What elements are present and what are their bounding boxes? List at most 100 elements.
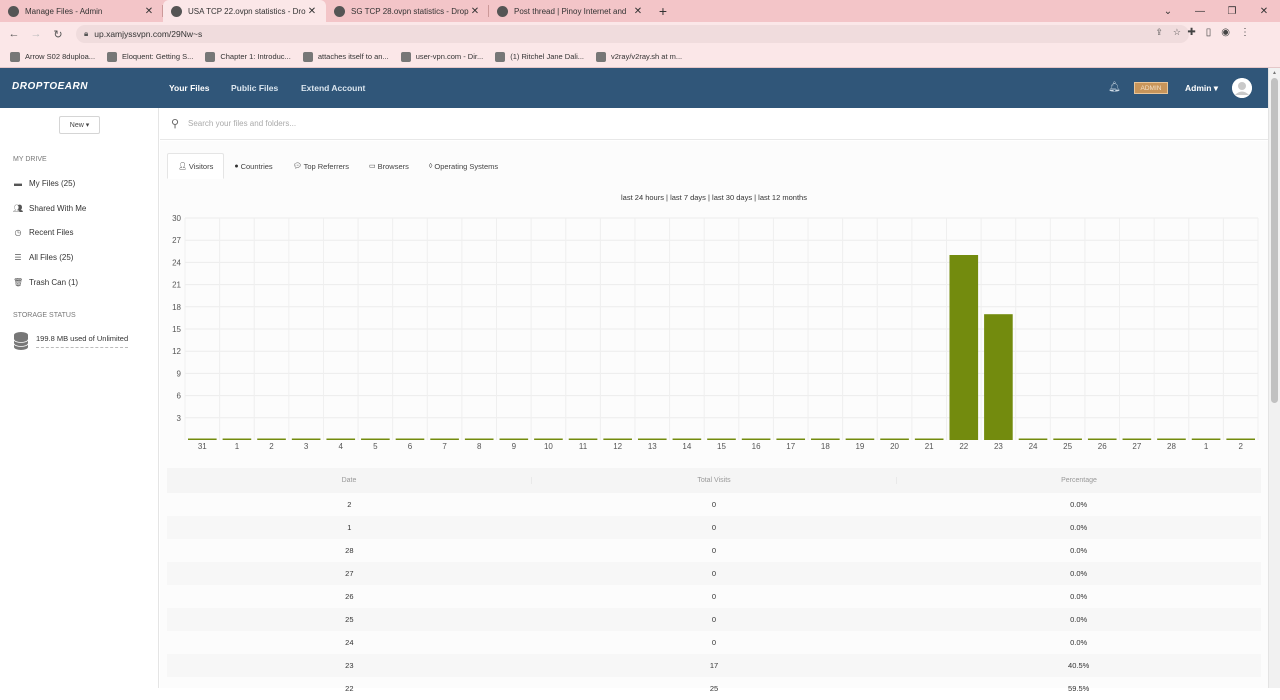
percentage-cell: 0.0% xyxy=(1070,592,1088,601)
share-icon[interactable]: ⇪ xyxy=(1155,27,1163,38)
tab-search-icon[interactable]: ⌄ xyxy=(1152,0,1184,22)
sidepanel-icon[interactable]: ▯ xyxy=(1206,27,1212,38)
x-tick-label: 2 xyxy=(269,442,274,451)
visits-cell: 0 xyxy=(711,592,717,601)
facebook-icon xyxy=(495,51,506,62)
y-tick-label: 12 xyxy=(172,347,181,356)
date-cell: 22 xyxy=(345,684,354,693)
range-links[interactable]: last 24 hours | last 7 days | last 30 da… xyxy=(160,193,1268,202)
user-avatar[interactable] xyxy=(1232,78,1252,98)
search-input[interactable]: Search your files and folders... xyxy=(188,119,296,128)
browser-tab-title: Post thread | Pinoy Internet and xyxy=(514,6,627,16)
admin-menu[interactable]: Admin ▾ xyxy=(1185,83,1218,94)
globe-icon xyxy=(497,5,508,17)
bar xyxy=(1226,438,1255,440)
bar xyxy=(707,438,736,440)
close-icon[interactable]: ✕ xyxy=(469,6,481,17)
column-header-percentage[interactable]: Percentage xyxy=(896,477,1261,484)
sidebar: New ▾ MY DRIVE ▬ My Files (25) 👥︎ Shared… xyxy=(0,108,159,688)
scrollbar-thumb[interactable] xyxy=(1271,78,1278,403)
omnibox-actions: ⇪ ☆ xyxy=(1155,27,1181,38)
forward-icon[interactable]: → xyxy=(28,28,44,40)
bookmark-label: (1) Ritchel Jane Dali... xyxy=(510,52,584,61)
bookmark-item[interactable]: user-vpn.com - Dir... xyxy=(400,51,483,62)
bookmark-item[interactable]: v2ray/v2ray.sh at m... xyxy=(595,51,682,62)
tab-label: Operating Systems xyxy=(434,161,499,171)
tab-top-referrers[interactable]: 💬︎ Top Referrers xyxy=(283,153,359,179)
sidebar-item-my-files[interactable]: ▬ My Files (25) xyxy=(13,179,75,188)
x-tick-label: 28 xyxy=(1167,442,1176,451)
close-icon[interactable]: ✕ xyxy=(632,6,644,17)
x-tick-label: 15 xyxy=(717,442,726,451)
sidebar-item-all-files[interactable]: ☰ All Files (25) xyxy=(13,253,73,262)
bookmark-item[interactable]: Eloquent: Getting S... xyxy=(107,51,194,62)
browser-tab-title: Manage Files - Admin xyxy=(25,6,103,16)
date-cell: 23 xyxy=(345,661,354,670)
browser-tab[interactable]: Manage Files - Admin ✕ xyxy=(0,0,163,22)
tab-visitors[interactable]: 👤︎ Visitors xyxy=(167,153,225,179)
close-icon[interactable]: ✕ xyxy=(143,6,155,17)
browser-tab[interactable]: Post thread | Pinoy Internet and ✕ xyxy=(489,0,652,22)
menu-icon[interactable]: ⋮ xyxy=(1240,27,1250,38)
close-icon[interactable]: ✕ xyxy=(306,6,318,17)
app-logo[interactable]: DROPTOEARN xyxy=(12,81,88,92)
bookmark-item[interactable]: (1) Ritchel Jane Dali... xyxy=(495,51,584,62)
star-icon[interactable]: ☆ xyxy=(1173,27,1181,38)
scroll-up-icon[interactable]: ▲ xyxy=(1272,70,1277,76)
new-tab-button[interactable]: + xyxy=(652,0,674,22)
profile-icon[interactable]: ◉ xyxy=(1221,27,1230,38)
new-button[interactable]: New ▾ xyxy=(59,116,100,134)
visits-cell: 0 xyxy=(711,569,717,578)
extensions-icon[interactable]: ✚ xyxy=(1187,27,1195,38)
bell-icon[interactable]: 🔔︎ xyxy=(1108,82,1121,93)
bookmark-item[interactable]: attaches itself to an... xyxy=(302,51,389,62)
date-cell: 2 xyxy=(347,500,352,509)
visits-cell: 0 xyxy=(711,615,717,624)
apple-icon: ◊ xyxy=(428,162,433,170)
sidebar-item-trash[interactable]: 🗑︎ Trash Can (1) xyxy=(13,278,78,287)
browser-tab-active[interactable]: USA TCP 22.ovpn statistics - Drop ✕ xyxy=(163,0,326,22)
column-header-date[interactable]: Date xyxy=(167,477,531,484)
lock-icon[interactable]: 🔒︎ xyxy=(84,29,88,39)
bar xyxy=(430,438,459,440)
percentage-cell: 0.0% xyxy=(1070,569,1088,578)
tab-operating-systems[interactable]: ◊ Operating Systems xyxy=(419,153,508,179)
reload-icon[interactable]: ↻ xyxy=(50,28,66,41)
bookmark-item[interactable]: Chapter 1: Introduc... xyxy=(205,51,291,62)
x-tick-label: 4 xyxy=(339,442,344,451)
bar xyxy=(464,438,494,440)
nav-your-files[interactable]: Your Files xyxy=(169,83,209,93)
x-tick-label: 12 xyxy=(613,442,622,451)
tab-label: Visitors xyxy=(188,161,214,171)
bar xyxy=(949,255,979,440)
sidebar-item-recent[interactable]: ◷ Recent Files xyxy=(13,228,74,237)
bar xyxy=(914,438,944,440)
column-header-total-visits[interactable]: Total Visits xyxy=(531,477,896,484)
storage-heading: STORAGE STATUS xyxy=(13,312,76,319)
percentage-cell: 0.0% xyxy=(1070,500,1088,509)
sidebar-item-shared[interactable]: 👥︎ Shared With Me xyxy=(13,204,86,213)
tab-label: Countries xyxy=(240,161,273,171)
x-tick-label: 2 xyxy=(1238,442,1243,451)
back-icon[interactable]: ← xyxy=(6,28,22,40)
minimize-button[interactable]: — xyxy=(1184,0,1216,22)
search-bar[interactable]: ⚲ Search your files and folders... xyxy=(160,108,1268,140)
y-tick-label: 6 xyxy=(177,392,182,401)
x-tick-label: 13 xyxy=(648,442,657,451)
restore-button[interactable]: ❐ xyxy=(1216,0,1248,22)
x-tick-label: 31 xyxy=(198,442,207,451)
bar xyxy=(326,438,356,440)
url-field[interactable]: 🔒︎ up.xamjyssvpn.com/29Nw~s ⇪ ☆ xyxy=(76,25,1189,43)
nav-extend-account[interactable]: Extend Account xyxy=(301,83,365,93)
trash-icon: 🗑︎ xyxy=(13,278,24,287)
x-tick-label: 21 xyxy=(925,442,934,451)
browser-tab[interactable]: SG TCP 28.ovpn statistics - Drop ✕ xyxy=(326,0,489,22)
bookmark-label: Eloquent: Getting S... xyxy=(122,52,194,61)
close-window-button[interactable]: ✕ xyxy=(1248,0,1280,22)
bookmark-item[interactable]: Arrow S02 8duploa... xyxy=(10,51,95,62)
percentage-cell: 0.0% xyxy=(1070,638,1088,647)
tab-browsers[interactable]: ▭ Browsers xyxy=(359,153,419,179)
nav-public-files[interactable]: Public Files xyxy=(231,83,278,93)
page-scrollbar[interactable]: ▲ xyxy=(1268,68,1280,688)
tab-countries[interactable]: ● Countries xyxy=(224,153,282,179)
